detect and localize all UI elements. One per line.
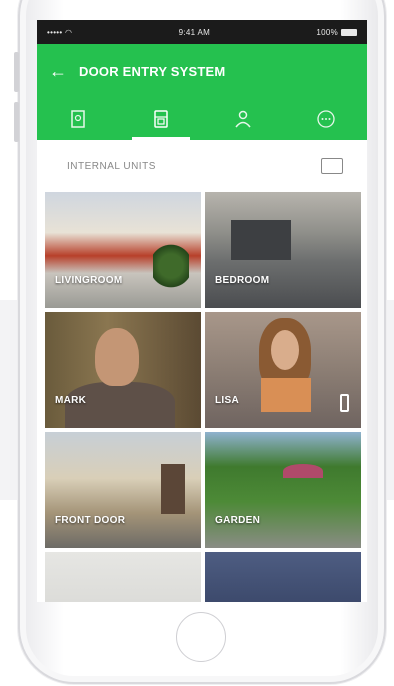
unit-tile-bedroom[interactable]: BEDROOM	[205, 192, 361, 308]
tab-bar	[37, 98, 367, 140]
unit-tile-kitchen[interactable]	[45, 552, 201, 602]
panel-icon	[154, 110, 168, 128]
unit-label: MARK	[55, 395, 87, 406]
section-label: INTERNAL UNITS	[67, 160, 156, 172]
unit-label: BEDROOM	[215, 275, 270, 286]
painting-decoration	[231, 220, 291, 260]
more-icon	[317, 110, 335, 128]
person-face	[95, 328, 139, 386]
status-bar: ••••• ◠ 9:41 AM 100%	[37, 20, 367, 44]
person-top	[261, 378, 311, 412]
unit-label: GARDEN	[215, 515, 261, 526]
unit-tile-front-door[interactable]: FRONT DOOR	[45, 432, 201, 548]
section-header: INTERNAL UNITS	[37, 140, 367, 192]
umbrella-decoration	[283, 464, 323, 478]
person-icon	[235, 110, 251, 128]
app-bar: ← DOOR ENTRY SYSTEM	[37, 44, 367, 98]
battery-indicator: 100%	[316, 28, 357, 37]
unit-tile-garden[interactable]: GARDEN	[205, 432, 361, 548]
unit-label: LISA	[215, 395, 239, 406]
home-button[interactable]	[176, 612, 226, 662]
tab-contacts[interactable]	[202, 98, 285, 140]
unit-label: FRONT DOOR	[55, 515, 126, 526]
unit-tile-terrace[interactable]	[205, 552, 361, 602]
tab-documents[interactable]	[37, 98, 120, 140]
unit-tile-livingroom[interactable]: LIVINGROOM	[45, 192, 201, 308]
screen-icon[interactable]	[321, 158, 343, 174]
document-icon	[71, 110, 85, 128]
door-decoration	[161, 464, 185, 514]
volume-button	[14, 102, 19, 142]
page-title: DOOR ENTRY SYSTEM	[79, 63, 226, 79]
unit-label: LIVINGROOM	[55, 275, 123, 286]
battery-icon	[341, 28, 357, 36]
plant-decoration	[153, 242, 189, 290]
carrier-signal: ••••• ◠	[47, 27, 73, 37]
status-time: 9:41 AM	[178, 27, 211, 37]
unit-tile-lisa[interactable]: LISA	[205, 312, 361, 428]
battery-text: 100%	[316, 27, 338, 37]
tab-more[interactable]	[285, 98, 368, 140]
phone-icon	[340, 394, 349, 412]
units-grid: LIVINGROOM BEDROOM MARK LISA FRONT DOOR …	[37, 192, 367, 602]
person-face	[271, 330, 299, 370]
unit-tile-mark[interactable]: MARK	[45, 312, 201, 428]
tab-internal-units[interactable]	[120, 98, 203, 140]
phone-screen: ••••• ◠ 9:41 AM 100% ← DOOR ENTRY SYSTEM…	[37, 20, 367, 602]
volume-button	[14, 52, 19, 92]
arrow-left-icon[interactable]: ←	[49, 61, 67, 82]
